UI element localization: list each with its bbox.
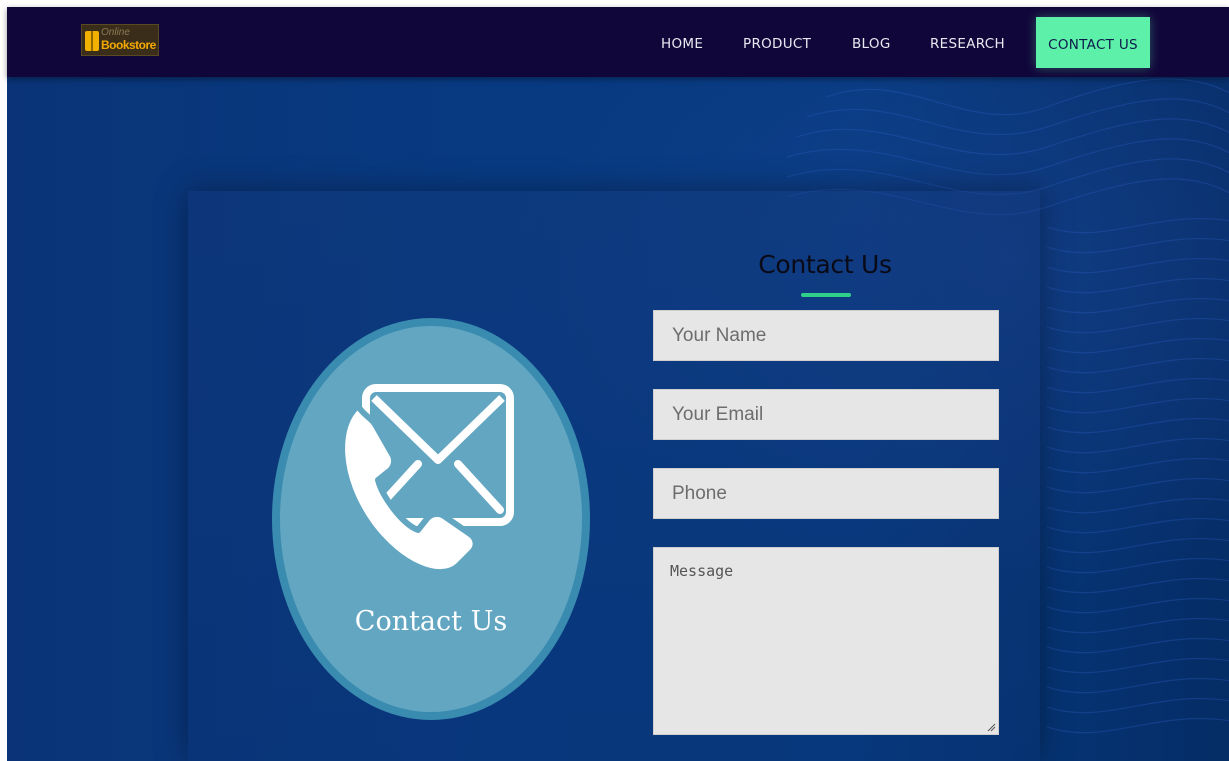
circle-contact-label: Contact Us — [354, 606, 508, 637]
phone-input[interactable] — [653, 468, 999, 519]
logo-text-small: Online — [101, 27, 130, 38]
nav-product[interactable]: PRODUCT — [743, 7, 811, 77]
title-underline — [801, 293, 851, 297]
logo-text-big: Bookstore — [101, 38, 156, 52]
email-input[interactable] — [653, 389, 999, 440]
nav-blog[interactable]: BLOG — [852, 7, 891, 77]
name-input[interactable] — [653, 310, 999, 361]
nav-contact-us[interactable]: CONTACT US — [1036, 17, 1150, 68]
bookstore-logo[interactable]: Online Bookstore — [81, 24, 159, 56]
resize-grip-icon[interactable] — [986, 722, 996, 732]
nav-research[interactable]: RESEARCH — [930, 7, 1005, 77]
message-textarea[interactable] — [653, 547, 999, 735]
nav-home[interactable]: HOME — [661, 7, 703, 77]
book-icon — [85, 31, 99, 51]
form-title: Contact Us — [758, 250, 892, 279]
top-navbar: Online Bookstore HOME PRODUCT BLOG RESEA… — [7, 7, 1229, 77]
contact-icon-group — [339, 384, 514, 576]
